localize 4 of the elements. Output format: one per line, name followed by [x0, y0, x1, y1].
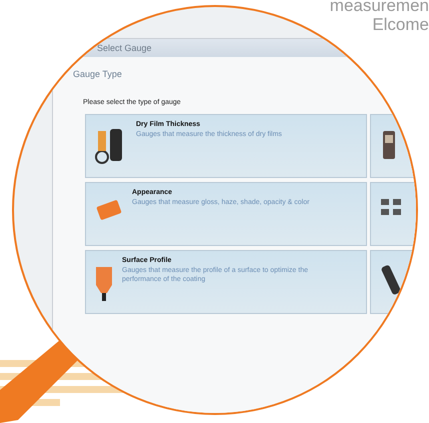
page-heading: Gauge Type	[73, 69, 122, 79]
caption-text: measuremen	[330, 0, 429, 15]
window-title: Select Gauge	[97, 43, 152, 53]
caption-text: Elcome	[372, 15, 429, 34]
